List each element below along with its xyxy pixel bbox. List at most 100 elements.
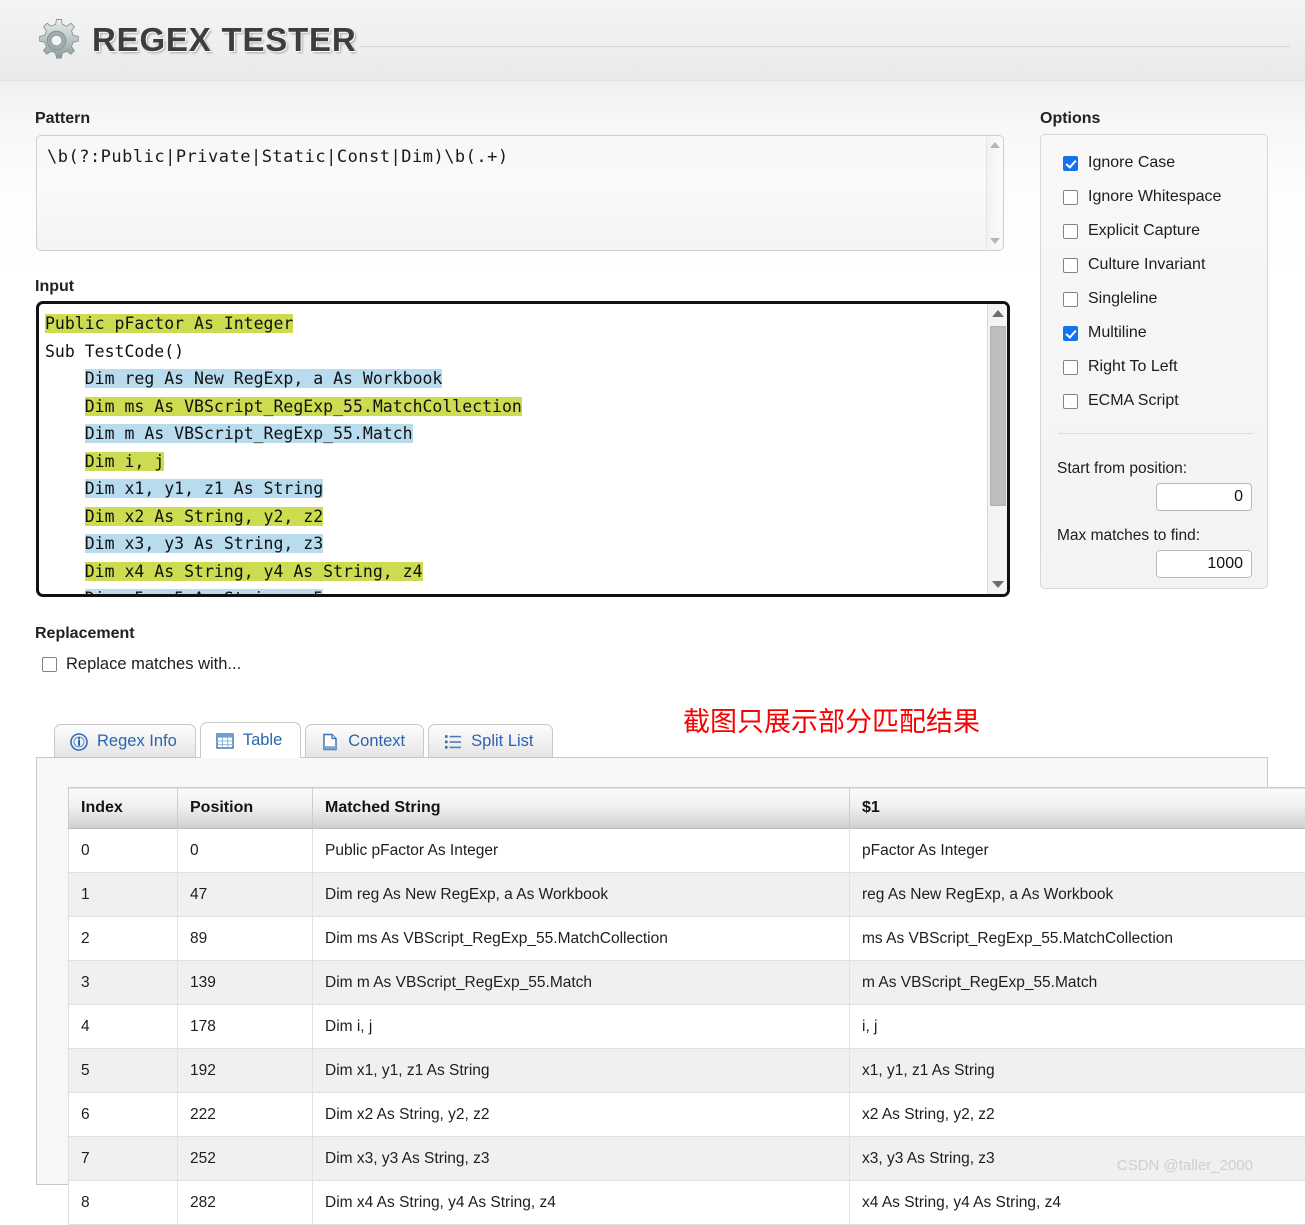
- checkbox-ecma-script[interactable]: [1063, 394, 1078, 409]
- tab-label: Regex Info: [97, 732, 177, 751]
- scroll-up-icon[interactable]: [990, 142, 1000, 148]
- table-row[interactable]: 3139Dim m As VBScript_RegExp_55.Matchm A…: [69, 961, 1305, 1005]
- cell-matched-string: Dim x4 As String, y4 As String, z4: [313, 1181, 850, 1225]
- option-row-ignore-whitespace[interactable]: Ignore Whitespace: [1063, 186, 1221, 208]
- cell-index: 1: [69, 873, 178, 917]
- title-divider: [360, 46, 1290, 47]
- cell-matched-string: Dim reg As New RegExp, a As Workbook: [313, 873, 850, 917]
- table-row[interactable]: 8282Dim x4 As String, y4 As String, z4x4…: [69, 1181, 1305, 1225]
- input-code-line: Dim x1, y1, z1 As String: [45, 475, 985, 503]
- cell-index: 2: [69, 917, 178, 961]
- match-highlight: Dim i, j: [85, 452, 164, 471]
- option-row-multiline[interactable]: Multiline: [1063, 322, 1147, 344]
- option-label: Singleline: [1088, 290, 1157, 308]
- cell-group1: x2 As String, y2, z2: [850, 1093, 1305, 1137]
- option-row-culture-invariant[interactable]: Culture Invariant: [1063, 254, 1205, 276]
- table-row[interactable]: 6222Dim x2 As String, y2, z2x2 As String…: [69, 1093, 1305, 1137]
- tab-label: Context: [348, 732, 405, 751]
- scroll-down-icon[interactable]: [990, 238, 1000, 244]
- pattern-value: \b(?:Public|Private|Static|Const|Dim)\b(…: [47, 147, 977, 167]
- cell-index: 6: [69, 1093, 178, 1137]
- input-code-line: Sub TestCode(): [45, 338, 985, 366]
- input-code-line: Dim m As VBScript_RegExp_55.Match: [45, 420, 985, 448]
- pattern-label: Pattern: [35, 110, 90, 128]
- cell-group1: m As VBScript_RegExp_55.Match: [850, 961, 1305, 1005]
- watermark: CSDN @taller_2000: [1117, 1157, 1253, 1174]
- max-matches-label: Max matches to find:: [1057, 527, 1200, 545]
- cell-matched-string: Dim ms As VBScript_RegExp_55.MatchCollec…: [313, 917, 850, 961]
- column-header-position[interactable]: Position: [178, 788, 313, 829]
- match-highlight: Dim m As VBScript_RegExp_55.Match: [85, 424, 413, 443]
- checkbox-ignore-case[interactable]: [1063, 156, 1078, 171]
- tab-table[interactable]: Table: [200, 722, 301, 758]
- table-row[interactable]: 289Dim ms As VBScript_RegExp_55.MatchCol…: [69, 917, 1305, 961]
- input-scrollbar[interactable]: [987, 304, 1007, 594]
- column-header-matched-string[interactable]: Matched String: [313, 788, 850, 829]
- table-row[interactable]: 5192Dim x1, y1, z1 As Stringx1, y1, z1 A…: [69, 1049, 1305, 1093]
- checkbox-explicit-capture[interactable]: [1063, 224, 1078, 239]
- checkbox-right-to-left[interactable]: [1063, 360, 1078, 375]
- column-header-group1[interactable]: $1: [850, 788, 1305, 829]
- option-row-explicit-capture[interactable]: Explicit Capture: [1063, 220, 1200, 242]
- cell-group1: ms As VBScript_RegExp_55.MatchCollection: [850, 917, 1305, 961]
- table-row[interactable]: 00Public pFactor As IntegerpFactor As In…: [69, 829, 1305, 873]
- checkbox-multiline[interactable]: [1063, 326, 1078, 341]
- options-label: Options: [1040, 110, 1100, 128]
- input-code-line: Dim i, j: [45, 448, 985, 476]
- checkbox-ignore-whitespace[interactable]: [1063, 190, 1078, 205]
- checkbox-singleline[interactable]: [1063, 292, 1078, 307]
- scrollbar-thumb[interactable]: [990, 326, 1006, 506]
- option-row-right-to-left[interactable]: Right To Left: [1063, 356, 1178, 378]
- start-position-input[interactable]: 0: [1156, 483, 1252, 511]
- match-highlight: Public pFactor As Integer: [45, 314, 293, 333]
- input-code-line: Dim x3, y3 As String, z3: [45, 530, 985, 558]
- options-divider: [1059, 433, 1253, 434]
- input-code-line: Public pFactor As Integer: [45, 310, 985, 338]
- options-panel: Ignore Case Ignore Whitespace Explicit Cap…: [1040, 134, 1268, 589]
- match-highlight: Dim x5, y5 As String, z5: [85, 589, 323, 597]
- cell-group1: x4 As String, y4 As String, z4: [850, 1181, 1305, 1225]
- cell-index: 5: [69, 1049, 178, 1093]
- cell-position: 282: [178, 1181, 313, 1225]
- tab-label: Table: [243, 731, 282, 750]
- match-highlight: Dim x4 As String, y4 As String, z4: [85, 562, 423, 581]
- option-row-ecma-script[interactable]: ECMA Script: [1063, 390, 1179, 412]
- option-label: Culture Invariant: [1088, 256, 1205, 274]
- column-header-index[interactable]: Index: [69, 788, 178, 829]
- cell-group1: x1, y1, z1 As String: [850, 1049, 1305, 1093]
- cell-index: 3: [69, 961, 178, 1005]
- replace-matches-row[interactable]: Replace matches with...: [42, 655, 241, 674]
- cell-matched-string: Dim x1, y1, z1 As String: [313, 1049, 850, 1093]
- cell-index: 0: [69, 829, 178, 873]
- input-textarea[interactable]: Public pFactor As IntegerSub TestCode() …: [36, 301, 1010, 597]
- option-row-singleline[interactable]: Singleline: [1063, 288, 1157, 310]
- table-row[interactable]: 4178Dim i, ji, j: [69, 1005, 1305, 1049]
- checkbox-culture-invariant[interactable]: [1063, 258, 1078, 273]
- option-label: Explicit Capture: [1088, 222, 1200, 240]
- cell-position: 0: [178, 829, 313, 873]
- match-highlight: Dim ms As VBScript_RegExp_55.MatchCollec…: [85, 397, 522, 416]
- scroll-up-icon[interactable]: [992, 310, 1004, 317]
- table-row[interactable]: 147Dim reg As New RegExp, a As Workbookr…: [69, 873, 1305, 917]
- cell-group1: reg As New RegExp, a As Workbook: [850, 873, 1305, 917]
- scroll-down-icon[interactable]: [992, 581, 1004, 588]
- input-label: Input: [35, 278, 74, 296]
- cell-position: 89: [178, 917, 313, 961]
- pattern-scrollbar[interactable]: [986, 137, 1002, 249]
- results-panel: Index Position Matched String $1 00Publi…: [36, 757, 1268, 1185]
- max-matches-input[interactable]: 1000: [1156, 550, 1252, 578]
- tab-context[interactable]: Context: [305, 724, 424, 758]
- cell-matched-string: Dim x2 As String, y2, z2: [313, 1093, 850, 1137]
- tab-split-list[interactable]: Split List: [428, 724, 552, 758]
- match-highlight: Dim x1, y1, z1 As String: [85, 479, 323, 498]
- tab-regex-info[interactable]: Regex Info: [54, 724, 196, 758]
- results-tab-strip: Regex Info Table Context Split List: [54, 722, 553, 758]
- match-highlight: Dim reg As New RegExp, a As Workbook: [85, 369, 443, 388]
- option-row-ignore-case[interactable]: Ignore Case: [1063, 152, 1175, 174]
- cell-matched-string: Public pFactor As Integer: [313, 829, 850, 873]
- cell-position: 47: [178, 873, 313, 917]
- pattern-input[interactable]: \b(?:Public|Private|Static|Const|Dim)\b(…: [36, 135, 1004, 251]
- replace-matches-checkbox[interactable]: [42, 657, 57, 672]
- app-header: REGEX TESTER: [0, 0, 1305, 81]
- page-title: REGEX TESTER: [92, 20, 356, 60]
